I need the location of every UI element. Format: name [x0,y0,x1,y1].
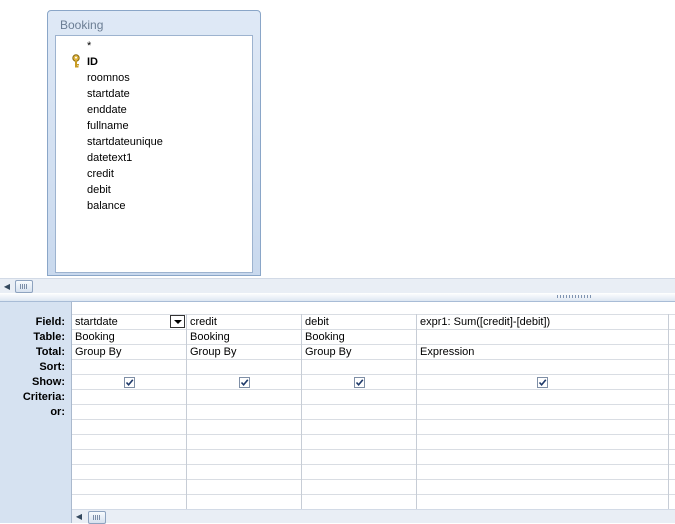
scroll-left-icon[interactable]: ◀ [72,509,86,524]
table-field-list-booking[interactable]: Booking * ID roomnos startdate enddate f… [47,10,261,276]
total-cell-col1[interactable]: Group By [75,345,121,360]
field-item-debit[interactable]: debit [87,182,111,198]
field-item-datetext1[interactable]: datetext1 [87,150,132,166]
table-title: Booking [60,18,104,32]
row-label-field: Field: [35,316,65,328]
row-label-total: Total: [35,346,65,358]
show-checkbox-col4[interactable] [537,377,548,388]
row-label-sort: Sort: [39,361,65,373]
scroll-left-icon[interactable]: ◀ [0,279,14,294]
chevron-down-icon[interactable] [170,315,185,328]
scrollbar-thumb[interactable] [88,511,106,524]
field-cell-col4[interactable]: expr1: Sum([credit]-[debit]) [420,315,550,330]
table-design-pane: Booking * ID roomnos startdate enddate f… [0,0,675,278]
row-label-show: Show: [32,376,65,388]
show-checkbox-col2[interactable] [239,377,250,388]
scrollbar-thumb[interactable] [15,280,33,293]
row-label-or: or: [50,406,65,418]
table-cell-col2[interactable]: Booking [190,330,230,345]
total-cell-col4[interactable]: Expression [420,345,474,360]
show-checkbox-col3[interactable] [354,377,365,388]
check-icon [355,379,364,387]
grid-cells: startdate Booking Group By credit Bookin… [72,302,675,509]
total-cell-col3[interactable]: Group By [305,345,351,360]
field-item-roomnos[interactable]: roomnos [87,70,130,86]
lower-horizontal-scrollbar[interactable]: ◀ [72,509,675,524]
table-cell-col1[interactable]: Booking [75,330,115,345]
row-header-column: Field: Table: Total: Sort: Show: Criteri… [0,302,72,523]
field-item-enddate[interactable]: enddate [87,102,127,118]
query-design-grid: Field: Table: Total: Sort: Show: Criteri… [0,302,675,524]
key-icon [72,54,80,68]
check-icon [538,379,547,387]
field-item-id[interactable]: ID [87,54,98,70]
field-cell-col3[interactable]: debit [305,315,329,330]
check-icon [240,379,249,387]
field-item-startdate[interactable]: startdate [87,86,130,102]
row-label-criteria: Criteria: [22,391,65,403]
field-cell-col1[interactable]: startdate [75,315,170,330]
field-list: * ID roomnos startdate enddate fullname … [55,35,253,273]
field-item-fullname[interactable]: fullname [87,118,129,134]
splitter-grip[interactable] [557,295,593,298]
upper-horizontal-scrollbar[interactable]: ◀ [0,278,675,293]
pane-splitter[interactable] [0,293,675,302]
total-cell-col2[interactable]: Group By [190,345,236,360]
show-checkbox-col1[interactable] [124,377,135,388]
row-label-table: Table: [33,331,65,343]
field-item-startdateunique[interactable]: startdateunique [87,134,163,150]
field-cell-col2[interactable]: credit [190,315,217,330]
check-icon [125,379,134,387]
field-item-all[interactable]: * [87,38,91,54]
field-item-credit[interactable]: credit [87,166,114,182]
field-item-balance[interactable]: balance [87,198,126,214]
table-cell-col3[interactable]: Booking [305,330,345,345]
